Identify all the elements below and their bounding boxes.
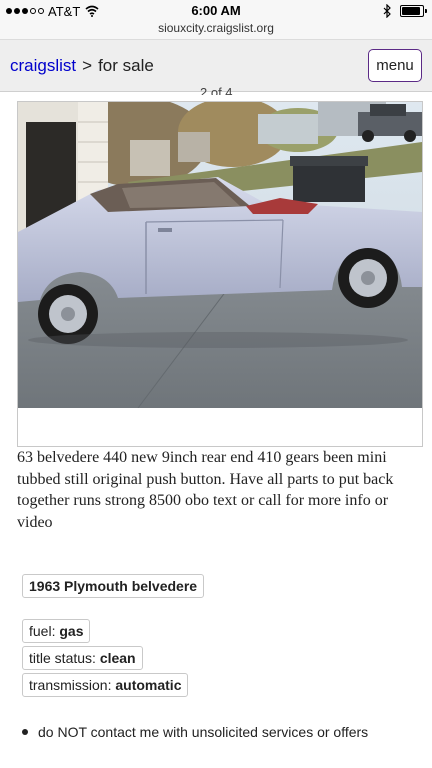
- posting-body: 63 belvedere 440 new 9inch rear end 410 …: [17, 449, 394, 531]
- craigslist-home-link[interactable]: craigslist: [10, 56, 76, 75]
- url-bar[interactable]: siouxcity.craigslist.org: [0, 18, 432, 40]
- battery-level: [402, 7, 420, 15]
- menu-button[interactable]: menu: [368, 49, 422, 82]
- status-time: 6:00 AM: [191, 3, 241, 18]
- attribute-fuel: fuel: gas: [22, 619, 91, 643]
- bluetooth-icon: [383, 4, 391, 18]
- posting-notices: do NOT contact me with unsolicited servi…: [22, 724, 368, 740]
- attribute-label: fuel:: [29, 623, 60, 639]
- breadcrumb-separator: >: [82, 56, 93, 75]
- listing-photo[interactable]: [17, 101, 423, 447]
- vehicle-title-attribute: 1963 Plymouth belvedere: [22, 574, 205, 598]
- status-right: [383, 4, 427, 18]
- attribute-label: title status:: [29, 650, 100, 666]
- notice-text: do NOT contact me with unsolicited servi…: [38, 724, 369, 740]
- attribute-value: clean: [99, 650, 136, 666]
- attribute-value: gas: [59, 623, 84, 639]
- attribute-transmission: transmission: automatic: [22, 673, 189, 697]
- category-link[interactable]: for sale: [98, 56, 154, 75]
- attribute-value: automatic: [115, 677, 182, 693]
- car-photo-image: [18, 102, 422, 408]
- attribute-label: transmission:: [29, 677, 116, 693]
- battery-icon: [400, 5, 427, 17]
- breadcrumb: craigslist > for sale: [10, 56, 154, 76]
- notice-item: do NOT contact me with unsolicited servi…: [22, 724, 368, 740]
- image-counter: 2 of 4: [200, 85, 233, 95]
- bullet-icon: [22, 729, 28, 735]
- attribute-title-status: title status: clean: [22, 646, 143, 670]
